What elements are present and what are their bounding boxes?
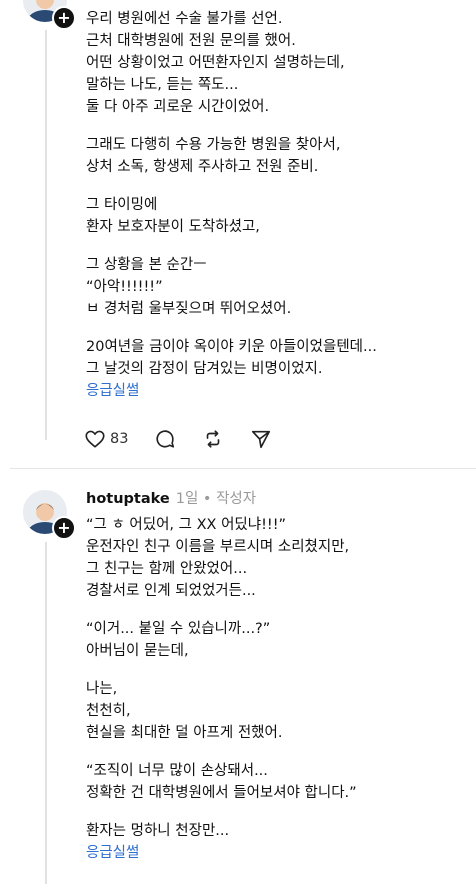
post-header: hotuptake 1일 • 작성자 xyxy=(86,488,466,510)
repost-button[interactable] xyxy=(202,428,224,450)
post-body: 우리 병원에선 수술 불가를 선언. 근처 대학병원에 전원 문의를 했어. 어… xyxy=(86,8,466,402)
paragraph: 그 상황을 본 순간ㅡ “아악!!!!!!” ㅂ 경처럼 울부짖으며 뛰어오셨어… xyxy=(86,254,466,320)
text-line: 말하는 나도, 듣는 쪽도... xyxy=(86,77,239,93)
paragraph: 그 타이밍에 환자 보호자분이 도착하셨고, xyxy=(86,194,466,238)
paragraph: 그래도 다행히 수용 가능한 병원을 찾아서, 상처 소독, 항생제 주사하고 … xyxy=(86,134,466,178)
post-body: hotuptake 1일 • 작성자 “그 ㅎ 어딨어, 그 XX 어딨냐!!!”… xyxy=(86,488,466,864)
text-line: 그 타이밍에 xyxy=(86,197,158,213)
text-line: 그 날것의 감정이 담겨있는 비명이었지. xyxy=(86,361,323,377)
text-line: 운전자인 친구 이름을 부르시며 소리쳤지만, xyxy=(86,539,350,555)
like-count: 83 xyxy=(110,431,129,447)
text-line: 현실을 최대한 덜 아프게 전했어. xyxy=(86,725,283,741)
like-button[interactable]: 83 xyxy=(84,428,128,450)
text-line: 천천히, xyxy=(86,703,131,719)
comment-button[interactable] xyxy=(154,428,176,450)
text-line: 상처 소독, 항생제 주사하고 전원 준비. xyxy=(86,159,319,175)
paragraph: 우리 병원에선 수술 불가를 선언. 근처 대학병원에 전원 문의를 했어. 어… xyxy=(86,8,466,118)
text-line: 그 상황을 본 순간ㅡ xyxy=(86,257,207,273)
paragraph: “조직이 너무 많이 손상돼서... 정확한 건 대학병원에서 들어보셔야 합니… xyxy=(86,760,466,804)
text-line: 환자는 멍하니 천장만... xyxy=(86,823,230,839)
paragraph: 나는, 천천히, 현실을 최대한 덜 아프게 전했어. xyxy=(86,678,466,744)
text-line: ㅂ 경처럼 울부짖으며 뛰어오셨어. xyxy=(86,301,292,317)
text-line: 근처 대학병원에 전원 문의를 했어. xyxy=(86,33,296,49)
text-line: “조직이 너무 많이 손상돼서... xyxy=(86,763,268,779)
paragraph: “그 ㅎ 어딨어, 그 XX 어딨냐!!!” 운전자인 친구 이름을 부르시며 … xyxy=(86,514,466,602)
text-line: “이거... 붙일 수 있습니까...?” xyxy=(86,621,271,637)
hashtag-link[interactable]: 응급실썰 xyxy=(86,842,466,864)
paragraph: 환자는 멍하니 천장만... xyxy=(86,820,466,842)
text-line: 어떤 상황이었고 어떤환자인지 설명하는데, xyxy=(86,55,345,71)
text-line: 환자 보호자분이 도착하셨고, xyxy=(86,219,260,235)
heart-icon xyxy=(85,430,105,448)
text-line: 그 친구는 함께 안왔었어... xyxy=(86,561,248,577)
text-line: 아버님이 묻는데, xyxy=(86,643,189,659)
paragraph: “이거... 붙일 수 있습니까...?” 아버님이 묻는데, xyxy=(86,618,466,662)
follow-plus-icon[interactable]: + xyxy=(52,6,76,30)
paragraph: 20여년을 금이야 옥이야 키운 아들이었을텐데... 그 날것의 감정이 담겨… xyxy=(86,336,466,380)
repost-icon xyxy=(207,430,220,448)
post-meta: 1일 • 작성자 xyxy=(175,491,257,507)
post-divider xyxy=(10,468,476,469)
thread-line xyxy=(45,542,47,884)
thread-line xyxy=(45,30,47,440)
text-line: 정확한 건 대학병원에서 들어보셔야 합니다.” xyxy=(86,785,357,801)
hashtag-link[interactable]: 응급실썰 xyxy=(86,380,466,402)
comment-icon xyxy=(156,430,175,448)
text-line: 둘 다 아주 괴로운 시간이었어. xyxy=(86,99,270,115)
text-line: “그 ㅎ 어딨어, 그 XX 어딨냐!!!” xyxy=(86,517,287,533)
text-line: “아악!!!!!!” xyxy=(86,279,163,295)
send-button[interactable] xyxy=(250,428,272,450)
action-bar: 83 xyxy=(84,428,298,450)
send-icon xyxy=(252,430,271,449)
username[interactable]: hotuptake xyxy=(86,491,170,507)
follow-plus-icon[interactable]: + xyxy=(52,516,76,540)
text-line: 나는, xyxy=(86,681,118,697)
text-line: 20여년을 금이야 옥이야 키운 아들이었을텐데... xyxy=(86,339,377,355)
text-line: 그래도 다행히 수용 가능한 병원을 찾아서, xyxy=(86,137,341,153)
text-line: 경찰서로 인계 되었었거든... xyxy=(86,583,256,599)
text-line: 우리 병원에선 수술 불가를 선언. xyxy=(86,11,283,27)
